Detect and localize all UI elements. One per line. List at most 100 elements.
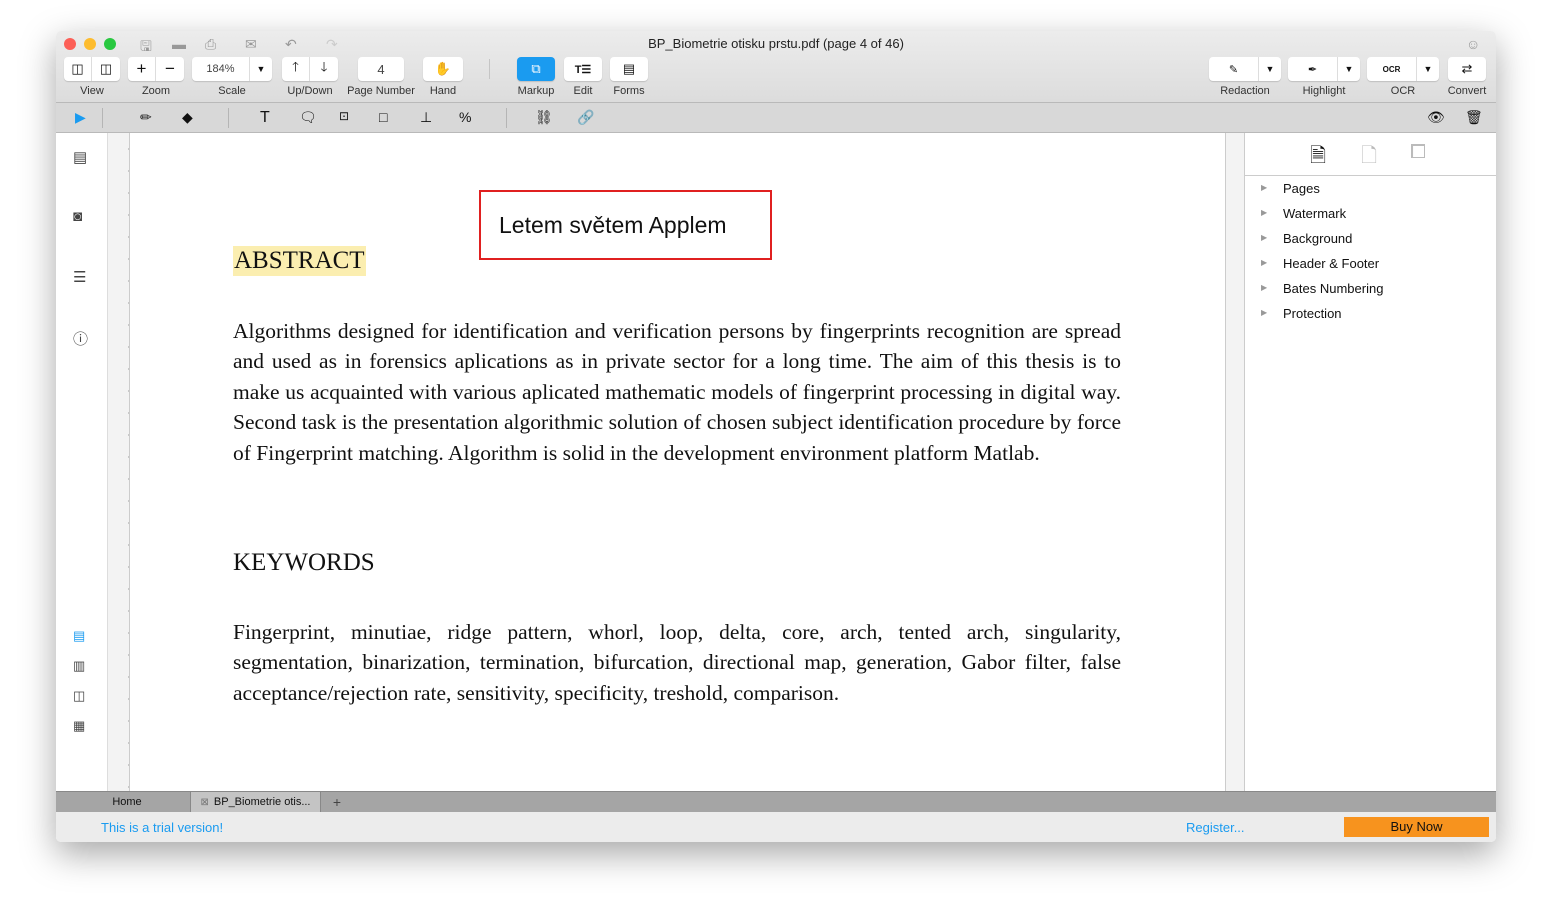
page-number-value[interactable]: 4 [358, 57, 404, 81]
measure-icon[interactable]: % [459, 109, 471, 125]
feedback-icon[interactable]: ☺ [1466, 36, 1480, 52]
highlight-icon[interactable]: ✒ [1288, 57, 1338, 81]
thumbnails-icon[interactable]: ▤ [73, 148, 87, 166]
right-gutter [1225, 133, 1245, 791]
page-number-label: Page Number [347, 85, 415, 97]
comment-icon[interactable]: 🗨 [299, 109, 317, 126]
text-annotation[interactable]: Letem světem Applem [479, 190, 772, 260]
text-icon[interactable]: T [260, 109, 270, 127]
abstract-heading: ABSTRACT [233, 246, 366, 276]
redaction-icon[interactable]: ✎ [1209, 57, 1259, 81]
textbox-icon[interactable]: ⊡ [339, 109, 349, 123]
convert-button[interactable]: ⇄ [1448, 57, 1486, 81]
new-tab-button[interactable]: + [326, 792, 348, 812]
chevron-down-icon[interactable]: ▼ [1259, 57, 1281, 81]
continuous-icon[interactable]: ▥ [73, 658, 85, 674]
pencil-icon[interactable]: ✏ [140, 109, 152, 126]
buy-now-button[interactable]: Buy Now [1344, 817, 1489, 837]
zoom-in-button[interactable]: + [128, 57, 156, 81]
tab-document-label: BP_Biometrie otis... [213, 796, 311, 808]
panel-item-bates[interactable]: ▶ Bates Numbering [1261, 281, 1383, 296]
tab-home[interactable]: Home [56, 792, 191, 812]
eraser-icon[interactable]: ◆ [182, 109, 193, 126]
page-down-button[interactable]: 🡓 [310, 57, 338, 81]
close-tab-icon[interactable]: ⊠ [201, 797, 209, 808]
view-double-button[interactable]: ◫ [92, 57, 120, 81]
markup-icon: ⧉ [531, 61, 541, 76]
forms-icon: ▤ [622, 61, 636, 76]
page-up-button[interactable]: 🡑 [282, 57, 310, 81]
hand-label: Hand [429, 85, 457, 97]
shape-icon[interactable]: □ [379, 109, 387, 125]
chevron-down-icon[interactable]: ▼ [1417, 57, 1439, 81]
left-gutter [108, 133, 130, 791]
document-icon[interactable]: 🗋 [1361, 141, 1377, 175]
updown-label: Up/Down [287, 85, 333, 97]
view-group: ◫ ◫ [64, 57, 120, 81]
scale-select[interactable]: 184% ▼ [192, 57, 272, 81]
grid-icon[interactable]: ▦ [73, 718, 85, 734]
edit-button[interactable]: T☰ [564, 57, 602, 81]
toolbar: 🖫 ▬ ⎙ ✉ ↶ ↷ BP_Biometrie otisku prstu.pd… [56, 31, 1496, 103]
status-bar: This is a trial version! Register... Buy… [56, 812, 1496, 842]
panel-item-header-footer[interactable]: ▶ Header & Footer [1261, 256, 1379, 271]
panel-tabs: 🗎 🗋 ⧠ [1245, 133, 1496, 176]
bookmark-icon[interactable]: ◙ [73, 208, 82, 225]
redaction-label: Redaction [1220, 85, 1270, 97]
divider [102, 108, 103, 128]
ocr-label: OCR [1390, 85, 1416, 97]
chevron-down-icon[interactable]: ▼ [250, 57, 272, 81]
stamp-icon[interactable]: ⊥ [420, 109, 432, 126]
link-icon[interactable]: 🔗 [577, 109, 594, 126]
markup-button[interactable]: ⧉ [517, 57, 555, 81]
redaction-button[interactable]: ✎ ▼ [1209, 57, 1281, 81]
updown-group: 🡑 🡓 [282, 57, 338, 81]
right-panel: 🗎 🗋 ⧠ ▶ Pages ▶ Watermark ▶ Background ▶ Hea… [1245, 133, 1496, 791]
edit-icon: T☰ [574, 63, 592, 76]
divider [506, 108, 507, 128]
trash-icon[interactable]: 🗑 [1465, 109, 1483, 126]
panel-item-pages[interactable]: ▶ Pages [1261, 181, 1320, 196]
convert-icon: ⇄ [1461, 61, 1473, 76]
two-page-icon[interactable]: ◫ [73, 688, 85, 704]
keywords-heading: KEYWORDS [233, 549, 375, 576]
zoom-label: Zoom [141, 85, 171, 97]
single-page-icon[interactable]: ▤ [73, 628, 85, 644]
select-icon[interactable]: ▶ [75, 109, 86, 126]
pdf-page: Letem světem Applem ABSTRACT Algorithms … [130, 133, 1225, 791]
abstract-text: Algorithms designed for identification a… [233, 319, 1121, 465]
unlink-icon[interactable]: ⛓ [535, 109, 553, 126]
register-link[interactable]: Register... [1186, 820, 1245, 835]
forms-button[interactable]: ▤ [610, 57, 648, 81]
panel-item-protection[interactable]: ▶ Protection [1261, 306, 1342, 321]
tab-bar: Home ⊠ BP_Biometrie otis... + [56, 791, 1496, 812]
zoom-out-button[interactable]: − [156, 57, 184, 81]
scale-value[interactable]: 184% [192, 57, 250, 81]
forms-label: Forms [613, 85, 645, 97]
outline-icon[interactable]: ☰ [73, 268, 86, 286]
info-icon[interactable]: ⓘ [73, 328, 88, 349]
chevron-down-icon[interactable]: ▼ [1338, 57, 1360, 81]
ocr-icon[interactable]: OCR [1367, 57, 1417, 81]
app-window: 🖫 ▬ ⎙ ✉ ↶ ↷ BP_Biometrie otisku prstu.pd… [56, 31, 1496, 842]
convert-label: Convert [1447, 85, 1487, 97]
hand-icon: ✋ [434, 61, 452, 76]
panel-item-watermark[interactable]: ▶ Watermark [1261, 206, 1346, 221]
window-title: BP_Biometrie otisku prstu.pdf (page 4 of… [648, 36, 904, 51]
tab-document[interactable]: ⊠ BP_Biometrie otis... [191, 792, 321, 812]
crop-icon[interactable]: ⧠ [1410, 141, 1426, 164]
zoom-group: + − [128, 57, 184, 81]
highlight-label: Highlight [1302, 85, 1346, 97]
highlight-button[interactable]: ✒ ▼ [1288, 57, 1360, 81]
page-tools-icon[interactable]: 🗎 [1310, 141, 1326, 175]
panel-item-background[interactable]: ▶ Background [1261, 231, 1352, 246]
annotation-toolbar: ▶ ✏ ◆ T 🗨 ⊡ □ ⊥ % ⛓ 🔗 👁 🗑 [56, 103, 1496, 133]
view-single-button[interactable]: ◫ [64, 57, 92, 81]
trial-notice: This is a trial version! [101, 820, 224, 835]
eye-icon[interactable]: 👁 [1427, 109, 1445, 126]
view-label: View [80, 85, 104, 97]
ocr-button[interactable]: OCR ▼ [1367, 57, 1439, 81]
hand-button[interactable]: ✋ [423, 57, 463, 81]
divider [489, 59, 490, 79]
page-number-input[interactable]: 4 [358, 57, 404, 81]
